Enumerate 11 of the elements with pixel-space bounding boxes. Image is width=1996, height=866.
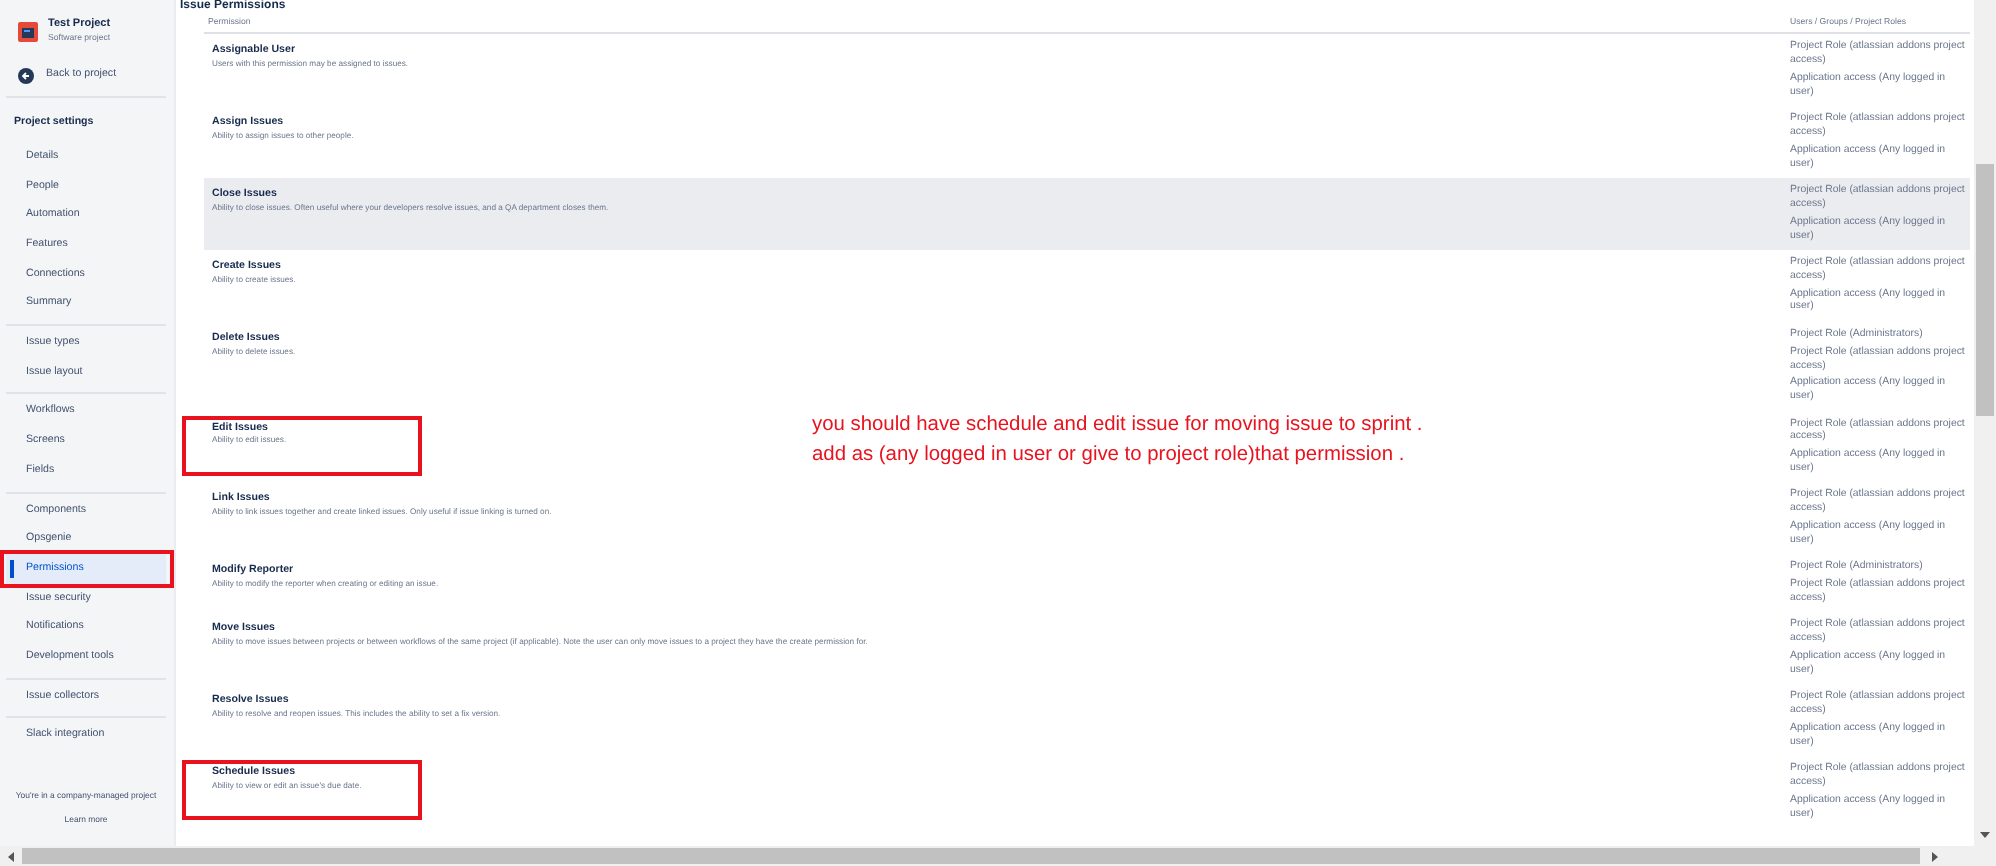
- scroll-left-icon[interactable]: [6, 851, 16, 861]
- scrollbar-thumb[interactable]: [1976, 164, 1994, 416]
- annotation-text: you should have schedule and edit issue for moving issue to sprint .: [812, 412, 1423, 440]
- annotation-text: add as (any logged in user or give to project role)that permission .: [812, 441, 1407, 469]
- scrollbar-thumb[interactable]: [22, 848, 1920, 864]
- vertical-scrollbar[interactable]: [1974, 0, 1996, 846]
- back-arrow-icon: [18, 68, 34, 85]
- scroll-down-icon[interactable]: [1980, 830, 1990, 840]
- scroll-right-icon[interactable]: [1930, 851, 1940, 861]
- horizontal-scrollbar[interactable]: [0, 846, 1996, 866]
- project-icon: [18, 21, 38, 42]
